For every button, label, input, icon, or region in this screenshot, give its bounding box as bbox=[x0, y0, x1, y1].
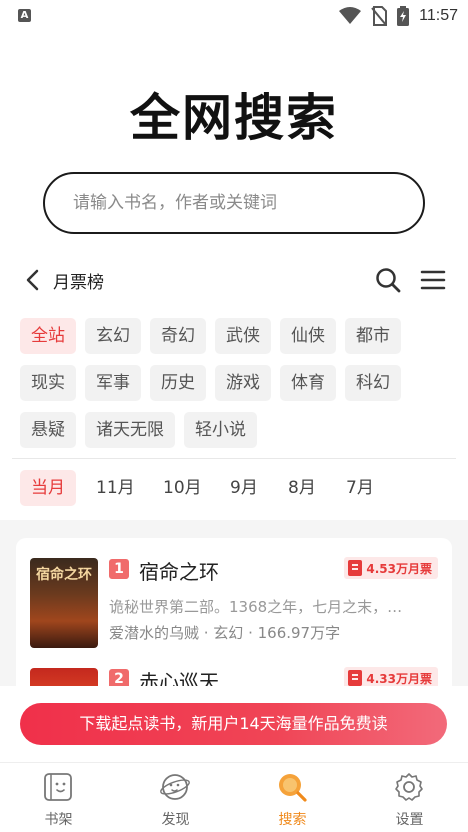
category-chip[interactable]: 悬疑 bbox=[20, 412, 76, 448]
category-chip[interactable]: 历史 bbox=[150, 365, 206, 401]
category-chip[interactable]: 诸天无限 bbox=[85, 412, 175, 448]
category-chip[interactable]: 武侠 bbox=[215, 318, 271, 354]
rank-header: 月票榜 bbox=[0, 262, 468, 298]
category-chip[interactable]: 科幻 bbox=[345, 365, 401, 401]
month-tab[interactable]: 8月 bbox=[277, 470, 327, 506]
votes-count: 4.53万月票 bbox=[366, 561, 432, 576]
nav-search[interactable]: 搜索 bbox=[234, 763, 351, 832]
book-description: 诡秘世界第二部。1368之年，七月之末，… bbox=[109, 598, 403, 616]
category-chip[interactable]: 奇幻 bbox=[150, 318, 206, 354]
category-chip[interactable]: 玄幻 bbox=[85, 318, 141, 354]
month-tab[interactable]: 7月 bbox=[335, 470, 385, 506]
settings-icon bbox=[395, 773, 423, 801]
no-sim-icon bbox=[371, 6, 388, 26]
search-nav-icon bbox=[279, 774, 307, 802]
battery-icon bbox=[397, 6, 410, 26]
book-item[interactable]: 宿命之环 1 宿命之环 4.53万月票 诡秘世界第二部。1368之年，七月之末，… bbox=[16, 538, 452, 648]
rank-title: 月票榜 bbox=[53, 273, 104, 293]
nav-settings[interactable]: 设置 bbox=[351, 763, 468, 832]
nav-discover[interactable]: 发现 bbox=[117, 763, 234, 832]
page-title: 全网搜索 bbox=[130, 89, 338, 147]
back-arrow-icon[interactable] bbox=[22, 268, 44, 292]
book-title: 宿命之环 bbox=[139, 560, 219, 584]
votes-badge: 4.53万月票 bbox=[344, 557, 438, 579]
status-time: 11:57 bbox=[419, 7, 458, 24]
cover-title: 宿命之环 bbox=[36, 567, 92, 583]
month-tab-current[interactable]: 当月 bbox=[20, 470, 76, 506]
search-box[interactable] bbox=[43, 172, 425, 234]
category-chip-all[interactable]: 全站 bbox=[20, 318, 76, 354]
category-chip[interactable]: 现实 bbox=[20, 365, 76, 401]
category-chip[interactable]: 仙侠 bbox=[280, 318, 336, 354]
book-cover: 宿命之环 bbox=[30, 558, 98, 648]
month-tab[interactable]: 10月 bbox=[152, 470, 213, 506]
votes-count: 4.33万月票 bbox=[366, 671, 432, 686]
nav-label: 设置 bbox=[395, 812, 424, 828]
menu-icon[interactable] bbox=[420, 268, 446, 292]
category-chip[interactable]: 体育 bbox=[280, 365, 336, 401]
category-chip[interactable]: 轻小说 bbox=[184, 412, 257, 448]
book-meta: 爱潜水的乌贼 · 玄幻 · 166.97万字 bbox=[109, 624, 341, 642]
divider bbox=[12, 458, 456, 459]
category-chip[interactable]: 游戏 bbox=[215, 365, 271, 401]
category-chip[interactable]: 都市 bbox=[345, 318, 401, 354]
nav-label: 搜索 bbox=[278, 812, 307, 828]
bottom-nav: 书架 发现 搜索 设置 bbox=[0, 762, 468, 832]
nav-label: 书架 bbox=[44, 812, 73, 828]
ticket-icon bbox=[348, 560, 363, 576]
month-tab[interactable]: 9月 bbox=[219, 470, 269, 506]
status-bar: A 11:57 bbox=[0, 0, 468, 32]
bookshelf-icon bbox=[44, 773, 72, 801]
rank-badge: 1 bbox=[109, 559, 129, 579]
notification-a-icon: A bbox=[18, 9, 31, 22]
download-banner-button[interactable]: 下载起点读书，新用户14天海量作品免费读 bbox=[20, 703, 447, 745]
search-icon[interactable] bbox=[375, 267, 401, 293]
wifi-icon bbox=[339, 7, 362, 24]
category-chip[interactable]: 军事 bbox=[85, 365, 141, 401]
nav-label: 发现 bbox=[161, 812, 190, 828]
status-icons: 11:57 bbox=[339, 6, 458, 26]
nav-bookshelf[interactable]: 书架 bbox=[0, 763, 117, 832]
month-tab[interactable]: 11月 bbox=[85, 470, 146, 506]
search-input[interactable] bbox=[73, 174, 393, 232]
discover-icon bbox=[160, 774, 190, 800]
ticket-icon bbox=[348, 670, 363, 686]
